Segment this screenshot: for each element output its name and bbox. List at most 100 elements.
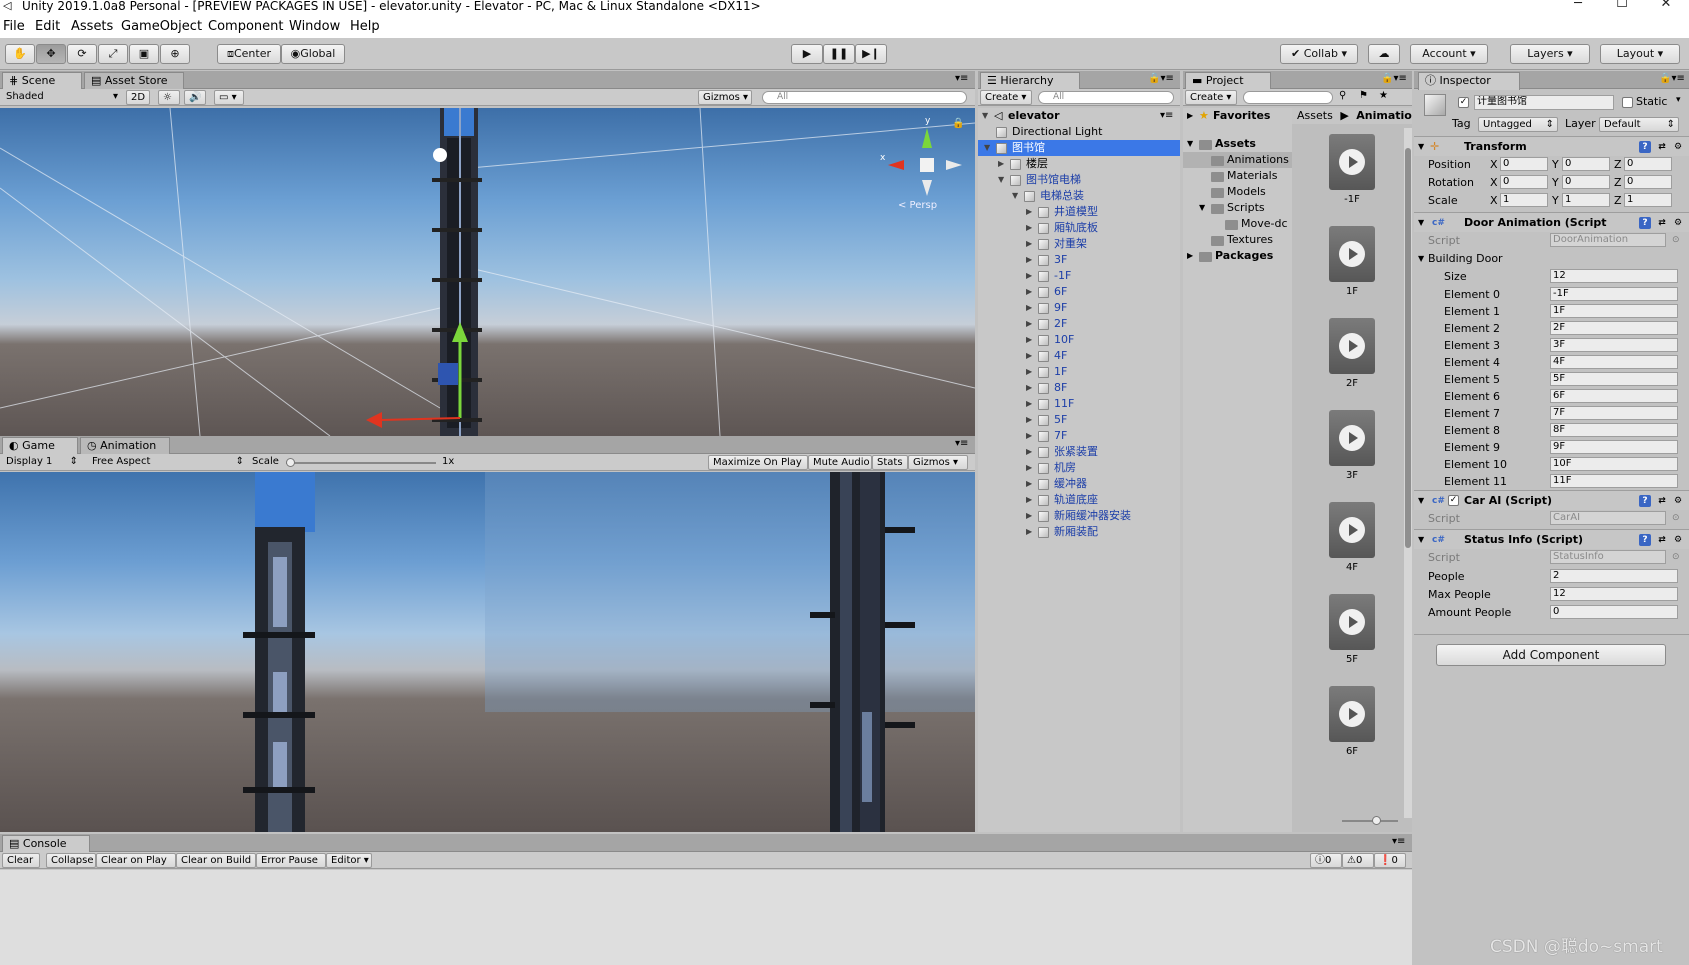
- aspect-dropdown[interactable]: Free Aspect ⇕: [88, 455, 246, 470]
- animation-clip-item[interactable]: 1F: [1322, 226, 1382, 297]
- hierarchy-item[interactable]: ▶ 7F: [978, 428, 1180, 444]
- console-clear-button[interactable]: Clear: [2, 853, 40, 868]
- folder-models[interactable]: Models: [1183, 184, 1292, 200]
- breadcrumb-animations[interactable]: Animatio: [1356, 109, 1412, 122]
- menu-file[interactable]: File: [3, 19, 25, 34]
- transform-y-field[interactable]: 0: [1562, 175, 1610, 189]
- packages-row[interactable]: ▶ Packages: [1183, 248, 1292, 264]
- folder-move-dc[interactable]: Move-dc: [1183, 216, 1292, 232]
- hierarchy-item[interactable]: ▶ 10F: [978, 332, 1180, 348]
- array-size-field[interactable]: 12: [1550, 269, 1678, 283]
- hierarchy-item[interactable]: ▶ 对重架: [978, 236, 1180, 252]
- layout-dropdown[interactable]: Layout ▾: [1600, 44, 1680, 64]
- hierarchy-item[interactable]: ▶ 6F: [978, 284, 1180, 300]
- shading-mode-dropdown[interactable]: Shaded ▾: [2, 90, 120, 105]
- door-animation-header[interactable]: ▼ c# Door Animation (Script ? ⇄ ⚙: [1414, 212, 1689, 232]
- help-icon[interactable]: ?: [1639, 534, 1651, 546]
- hierarchy-item[interactable]: ▶ 新厢装配: [978, 524, 1180, 540]
- car-ai-header[interactable]: ▼ c# ✓ Car AI (Script) ? ⇄ ⚙: [1414, 490, 1689, 510]
- folder-textures[interactable]: Textures: [1183, 232, 1292, 248]
- static-dropdown-icon[interactable]: ▾: [1676, 95, 1681, 105]
- hierarchy-item[interactable]: ▶ 2F: [978, 316, 1180, 332]
- expand-arrow-icon[interactable]: ▶: [1026, 204, 1032, 220]
- car-ai-script-field[interactable]: CarAI: [1550, 511, 1666, 525]
- minimize-icon[interactable]: ─: [1568, 0, 1588, 10]
- preset-icon[interactable]: ⇄: [1656, 141, 1668, 153]
- expand-arrow-icon[interactable]: ▶: [1026, 268, 1032, 284]
- expand-arrow-icon[interactable]: ▶: [1026, 460, 1032, 476]
- game-gizmos-dropdown[interactable]: Gizmos ▾: [908, 455, 968, 470]
- gear-icon[interactable]: ⚙: [1672, 495, 1684, 507]
- animation-clip-item[interactable]: 4F: [1322, 502, 1382, 573]
- transform-x-field[interactable]: 1: [1500, 193, 1548, 207]
- close-icon[interactable]: ✕: [1656, 0, 1676, 10]
- game-viewport[interactable]: [0, 472, 975, 832]
- effects-icon[interactable]: ▭ ▾: [214, 90, 244, 105]
- game-panel-menu-icon[interactable]: ▾≡: [955, 438, 968, 449]
- hierarchy-item[interactable]: ▶ 新厢缓冲器安装: [978, 508, 1180, 524]
- scale-slider-thumb[interactable]: [286, 458, 295, 467]
- console-error-toggle[interactable]: ❗0: [1374, 853, 1406, 868]
- rect-tool-icon[interactable]: ▣: [129, 44, 159, 64]
- status-info-header[interactable]: ▼ c# Status Info (Script) ? ⇄ ⚙: [1414, 529, 1689, 549]
- hierarchy-item[interactable]: ▶ 楼层: [978, 156, 1180, 172]
- expand-arrow-icon[interactable]: ▼: [1418, 491, 1424, 511]
- status-info-field[interactable]: 2: [1550, 569, 1678, 583]
- mute-audio-toggle[interactable]: Mute Audio: [808, 455, 872, 470]
- transform-x-field[interactable]: 0: [1500, 175, 1548, 189]
- expand-arrow-icon[interactable]: ▶: [1026, 332, 1032, 348]
- menu-assets[interactable]: Assets: [71, 19, 113, 34]
- folder-scripts[interactable]: ▼ Scripts: [1183, 200, 1292, 216]
- filter-label-icon[interactable]: ⚑: [1359, 90, 1368, 101]
- project-search-input[interactable]: [1243, 91, 1333, 104]
- tab-asset-store[interactable]: ▤ Asset Store: [84, 72, 184, 90]
- expand-arrow-icon[interactable]: ▼: [984, 140, 990, 156]
- expand-arrow-icon[interactable]: ▶: [1026, 396, 1032, 412]
- hierarchy-item[interactable]: ▼ 图书馆: [978, 140, 1180, 156]
- inspector-lock-icon[interactable]: 🔒▾≡: [1659, 73, 1685, 84]
- display-dropdown[interactable]: Display 1 ⇕: [2, 455, 80, 470]
- array-element-field[interactable]: 8F: [1550, 423, 1678, 437]
- hierarchy-lock-icon[interactable]: 🔒▾≡: [1148, 73, 1174, 84]
- hierarchy-item[interactable]: ▶ 8F: [978, 380, 1180, 396]
- console-log-area[interactable]: [0, 870, 1412, 965]
- lock-icon[interactable]: 🔒: [952, 118, 964, 129]
- array-element-field[interactable]: 7F: [1550, 406, 1678, 420]
- hierarchy-search-input[interactable]: All: [1038, 91, 1174, 104]
- stats-toggle[interactable]: Stats: [872, 455, 908, 470]
- expand-arrow-icon[interactable]: ▼: [1418, 250, 1424, 267]
- animation-clip-item[interactable]: 5F: [1322, 594, 1382, 665]
- transform-header[interactable]: ▼ ✛ Transform ? ⇄ ⚙: [1414, 136, 1689, 156]
- status-info-field[interactable]: 12: [1550, 587, 1678, 601]
- move-tool-icon[interactable]: ✥: [36, 44, 66, 64]
- console-warning-toggle[interactable]: ⚠0: [1342, 853, 1374, 868]
- expand-arrow-icon[interactable]: ▼: [998, 172, 1004, 188]
- menu-window[interactable]: Window: [289, 19, 340, 34]
- transform-z-field[interactable]: 1: [1624, 193, 1672, 207]
- help-icon[interactable]: ?: [1639, 217, 1651, 229]
- expand-arrow-icon[interactable]: ▶: [998, 156, 1004, 172]
- hierarchy-item[interactable]: ▶ 缓冲器: [978, 476, 1180, 492]
- expand-arrow-icon[interactable]: ▶: [1026, 524, 1032, 540]
- scale-tool-icon[interactable]: ⤢: [98, 44, 128, 64]
- door-script-field[interactable]: DoorAnimation: [1550, 233, 1666, 247]
- console-clear-on-build-toggle[interactable]: Clear on Build: [176, 853, 256, 868]
- favorites-row[interactable]: ▶ ★ Favorites: [1183, 108, 1292, 124]
- expand-arrow-icon[interactable]: ▼: [982, 108, 988, 124]
- console-info-toggle[interactable]: ⓘ0: [1310, 853, 1342, 868]
- gear-icon[interactable]: ⚙: [1672, 534, 1684, 546]
- expand-arrow-icon[interactable]: ▶: [1026, 428, 1032, 444]
- hierarchy-item[interactable]: ▶ 厢轨底板: [978, 220, 1180, 236]
- menu-edit[interactable]: Edit: [35, 19, 60, 34]
- breadcrumb-assets[interactable]: Assets: [1297, 109, 1333, 122]
- hierarchy-item[interactable]: ▶ 3F: [978, 252, 1180, 268]
- play-button[interactable]: ▶: [791, 44, 823, 64]
- tab-inspector[interactable]: ⓘ Inspector: [1418, 72, 1520, 90]
- hierarchy-item[interactable]: ▶ 轨道底座: [978, 492, 1180, 508]
- expand-arrow-icon[interactable]: ▶: [1026, 492, 1032, 508]
- expand-arrow-icon[interactable]: ▶: [1026, 444, 1032, 460]
- array-element-field[interactable]: 6F: [1550, 389, 1678, 403]
- animation-clip-item[interactable]: 2F: [1322, 318, 1382, 389]
- icon-size-slider-thumb[interactable]: [1372, 816, 1381, 825]
- project-lock-icon[interactable]: 🔒▾≡: [1381, 73, 1407, 84]
